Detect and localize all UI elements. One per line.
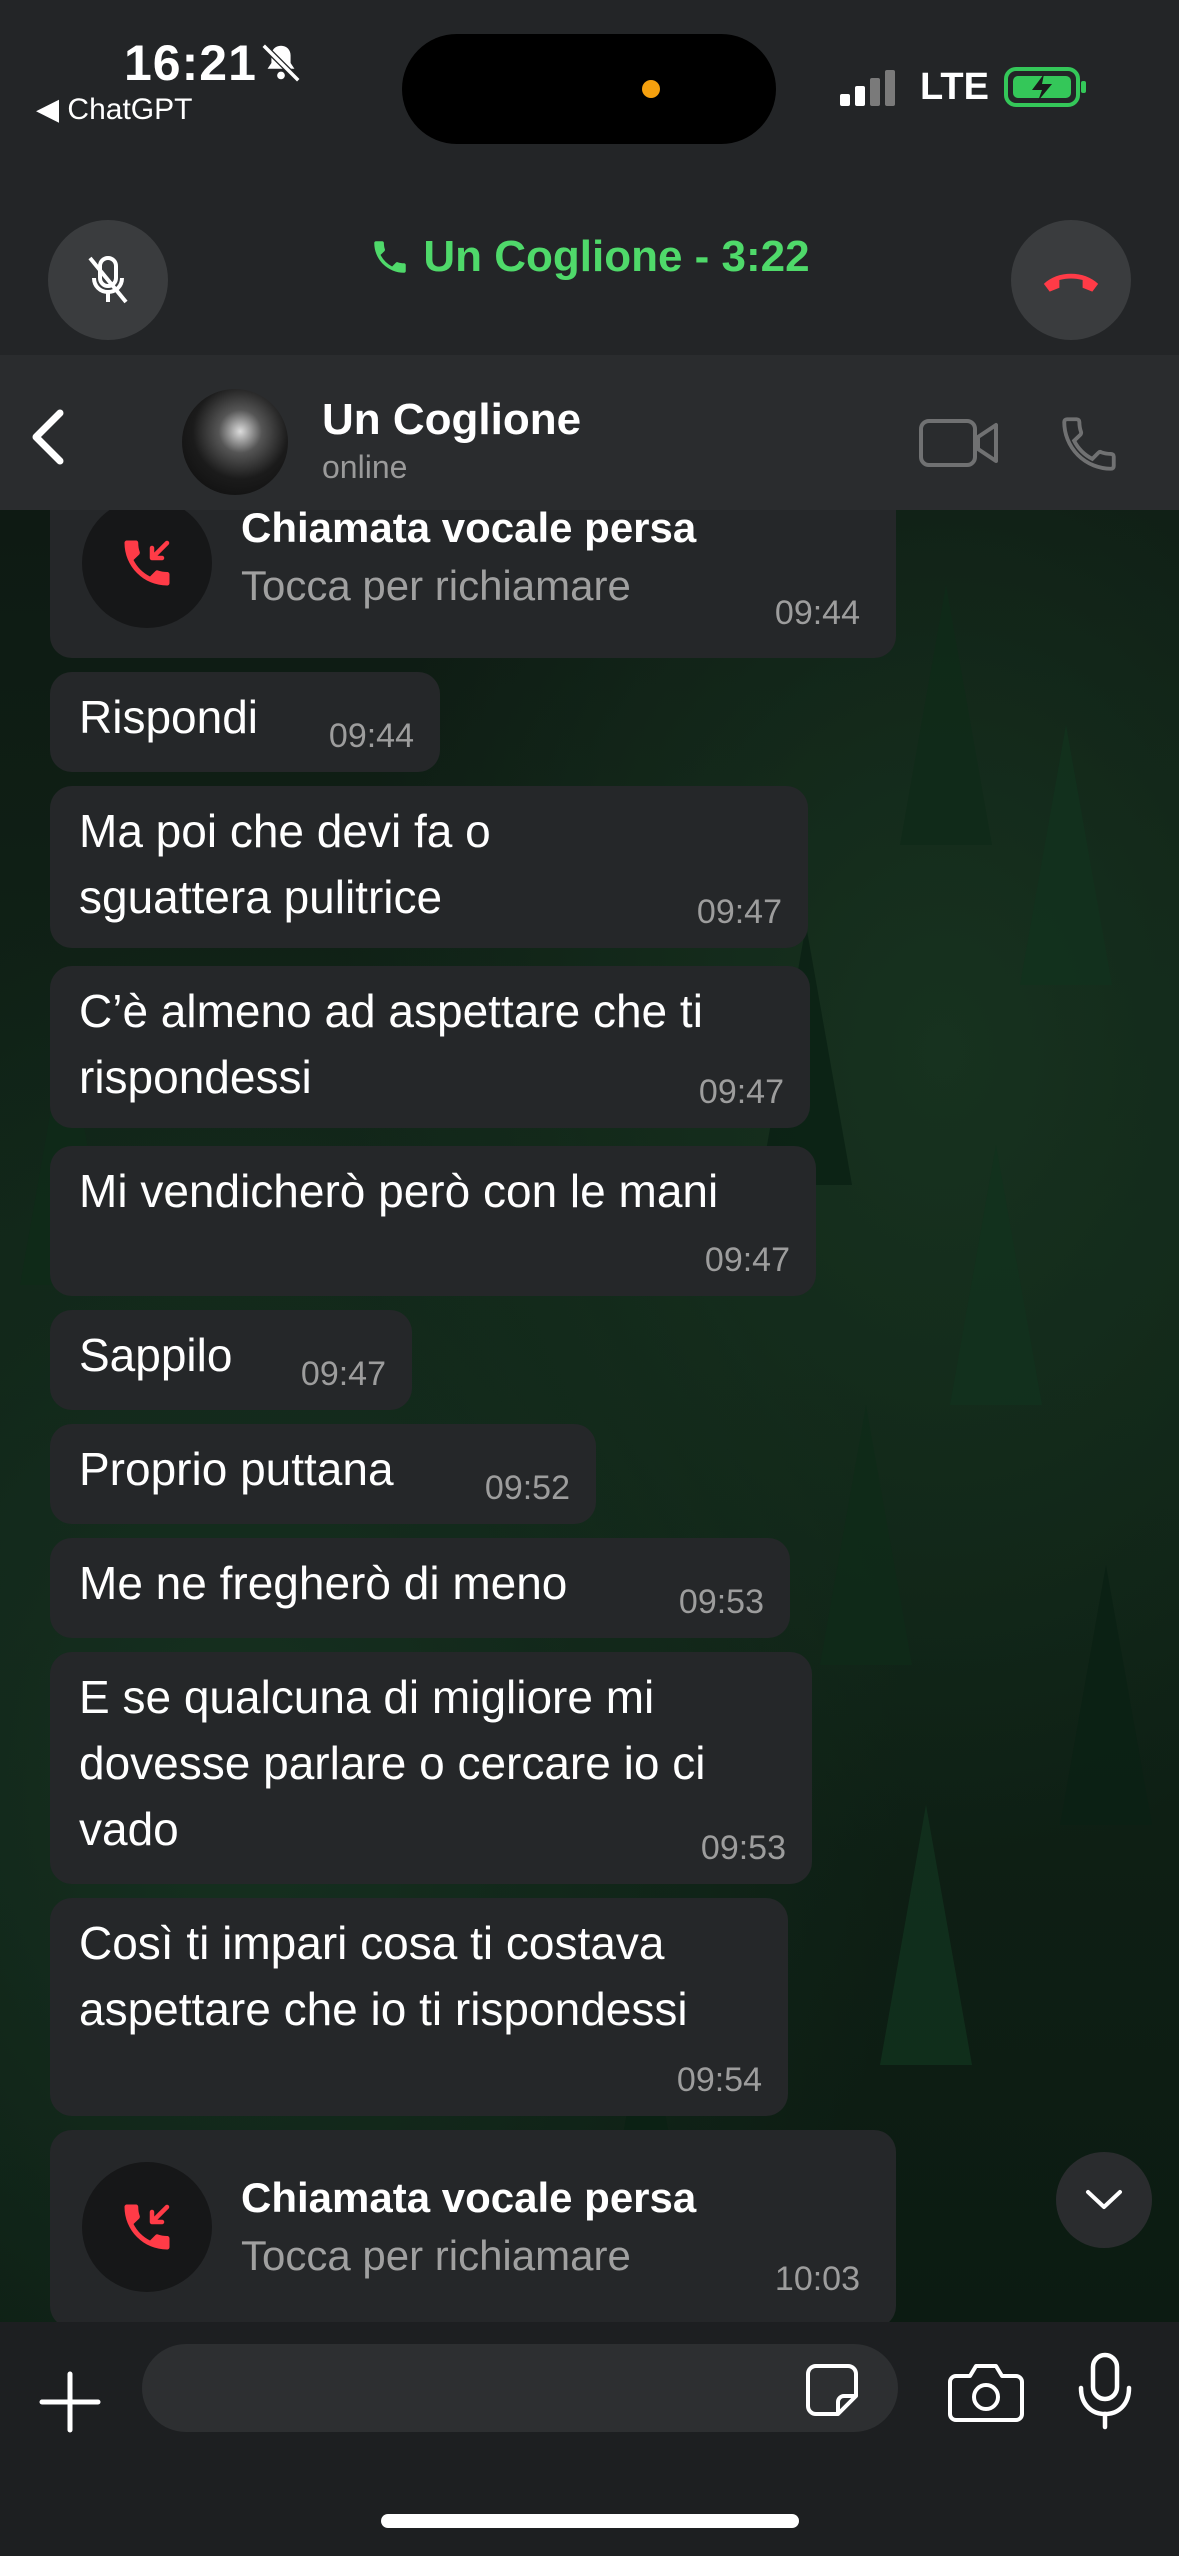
message-text: Mi vendicherò però con le mani [79, 1165, 719, 1217]
contact-status: online [322, 449, 408, 485]
message-bubble[interactable]: Sappilo 09:47 [50, 1310, 412, 1410]
camera-icon[interactable] [948, 2360, 1024, 2422]
status-time: 16:21 [124, 35, 257, 91]
message-time: 09:47 [300, 1355, 386, 1393]
missed-call-subtitle: Tocca per richiamare [241, 2232, 631, 2279]
scroll-to-bottom-button[interactable] [1056, 2152, 1152, 2248]
message-text: C’è almeno ad aspettare che ti rispondes… [79, 985, 703, 1103]
message-time: 09:47 [704, 1241, 790, 1279]
back-to-app-link[interactable]: ◀ ChatGPT [36, 92, 192, 127]
call-title-text: Un Coglione - 3:22 [423, 232, 810, 281]
plus-icon[interactable] [38, 2370, 102, 2434]
phone-icon[interactable] [1056, 411, 1122, 477]
missed-call-icon-circle [82, 2162, 212, 2292]
bell-slash-icon [261, 43, 301, 83]
chat-header-overlay: Un Coglione online [0, 355, 1179, 510]
missed-call-subtitle: Tocca per richiamare [241, 562, 631, 609]
message-time: 09:44 [328, 717, 414, 755]
chevron-down-icon [1086, 2190, 1122, 2209]
call-title: Un Coglione - 3:22 [0, 232, 1179, 282]
wallpaper-tree [1020, 725, 1112, 985]
message-bubble[interactable]: Ma poi che devi fa o sguattera pulitrice… [50, 786, 808, 948]
message-bubble[interactable]: Proprio puttana 09:52 [50, 1424, 596, 1524]
privacy-indicator-dot [642, 80, 660, 98]
dynamic-island [402, 34, 776, 144]
message-time: 09:53 [678, 1583, 764, 1621]
home-indicator[interactable] [381, 2514, 799, 2528]
message-time: 09:53 [700, 1829, 786, 1867]
message-bubble[interactable]: E se qualcuna di migliore mi dovesse par… [50, 1652, 812, 1884]
message-time: 09:47 [698, 1073, 784, 1111]
signal-icon [840, 70, 895, 106]
battery-charging-icon [1004, 67, 1086, 107]
message-text: Così ti impari cosa ti costava aspettare… [79, 1917, 688, 2035]
contact-name[interactable]: Un Coglione [322, 395, 581, 445]
back-chevron-icon[interactable] [24, 407, 74, 467]
message-text: Ma poi che devi fa o sguattera pulitrice [79, 805, 491, 923]
sticker-icon[interactable] [804, 2362, 860, 2418]
message-text: Me ne fregherò di meno [79, 1557, 568, 1609]
message-bubble[interactable]: Così ti impari cosa ti costava aspettare… [50, 1898, 788, 2116]
video-icon[interactable] [918, 415, 1000, 471]
active-call-banner[interactable]: Un Coglione - 3:22 [0, 150, 1179, 355]
message-bubble[interactable]: Rispondi 09:44 [50, 672, 440, 772]
wallpaper-tree [820, 1405, 912, 1665]
message-time: 09:52 [484, 1469, 570, 1507]
missed-call-title: Chiamata vocale persa [241, 2174, 697, 2221]
message-bubble[interactable]: C’è almeno ad aspettare che ti rispondes… [50, 966, 810, 1128]
avatar[interactable] [182, 389, 288, 495]
missed-call-message[interactable]: Chiamata vocale persa Tocca per richiama… [50, 2130, 896, 2328]
message-time: 09:44 [774, 594, 860, 632]
message-bubble[interactable]: Me ne fregherò di meno 09:53 [50, 1538, 790, 1638]
missed-call-icon [124, 2204, 170, 2250]
message-input[interactable] [142, 2344, 898, 2432]
wallpaper-tree [880, 1805, 972, 2065]
end-call-icon [1043, 273, 1099, 292]
wallpaper-tree [1060, 1565, 1152, 1825]
network-type: LTE [920, 66, 989, 108]
status-bar: 16:21 ◀ ChatGPT LTE [0, 0, 1179, 150]
message-time: 09:54 [676, 2061, 762, 2099]
message-text: E se qualcuna di migliore mi dovesse par… [79, 1671, 706, 1855]
message-time: 09:47 [696, 893, 782, 931]
end-call-button[interactable] [1011, 220, 1131, 340]
wallpaper-tree [900, 585, 992, 845]
mic-icon[interactable] [1074, 2352, 1136, 2430]
message-bubble[interactable]: Mi vendicherò però con le mani 09:47 [50, 1146, 816, 1296]
missed-call-icon [124, 540, 170, 586]
phone-icon [374, 241, 407, 273]
wallpaper-tree [950, 1145, 1042, 1405]
missed-call-icon-circle [82, 498, 212, 628]
message-time: 10:03 [774, 2260, 860, 2298]
missed-call-title: Chiamata vocale persa [241, 504, 697, 551]
